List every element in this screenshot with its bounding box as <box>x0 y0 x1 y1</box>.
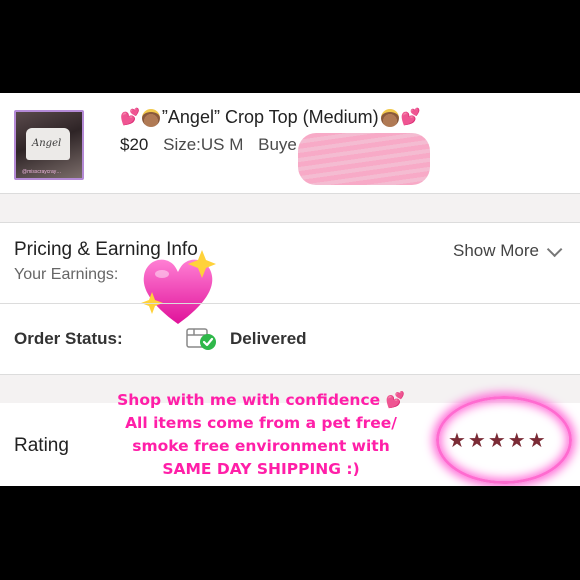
chevron-down-icon <box>546 241 563 257</box>
pink-hearts-icon: 💕 <box>400 108 421 126</box>
baby-angel-icon <box>141 108 160 127</box>
rating-stars: ★★★★★ <box>448 430 548 452</box>
promo-line: smoke free environment with <box>132 437 390 455</box>
promo-line: Shop with me with confidence 💕 <box>117 391 405 409</box>
listing-thumbnail[interactable]: Angel @misscraycray… <box>14 110 84 180</box>
listing-meta: $20 Size:US M Buye <box>120 135 297 155</box>
listing-size: Size:US M <box>163 135 244 154</box>
thumbnail-script-text: Angel <box>32 138 62 149</box>
order-status-label: Order Status: <box>14 329 123 348</box>
divider <box>0 303 580 304</box>
promo-text: Shop with me with confidence 💕 All items… <box>100 389 422 481</box>
promo-line: All items come from a pet free/ <box>125 414 397 432</box>
sparkling-heart-icon <box>141 250 216 324</box>
baby-angel-icon <box>380 108 399 127</box>
show-more-label: Show More <box>453 241 539 260</box>
redaction-scribble <box>298 133 430 185</box>
rating-label: Rating <box>14 435 69 456</box>
order-status-value: Delivered <box>230 329 307 348</box>
earnings-label: Your Earnings: <box>14 266 119 283</box>
section-gap <box>0 194 580 222</box>
thumbnail-watermark: @misscraycray… <box>22 169 62 175</box>
pink-hearts-icon: 💕 <box>120 108 140 126</box>
show-more-button[interactable]: Show More <box>453 241 563 261</box>
buyer-label: Buye <box>258 135 297 154</box>
listing-title-row[interactable]: 💕 ”Angel” Crop Top (Medium) 💕 <box>120 107 421 128</box>
divider <box>0 222 580 223</box>
listing-price: $20 <box>120 135 149 154</box>
package-delivered-icon <box>186 328 216 350</box>
order-details-screen: Angel @misscraycray… 💕 ”Angel” Crop Top … <box>0 93 580 486</box>
promo-line: SAME DAY SHIPPING :) <box>162 460 360 478</box>
listing-title: ”Angel” Crop Top (Medium) <box>161 107 379 127</box>
